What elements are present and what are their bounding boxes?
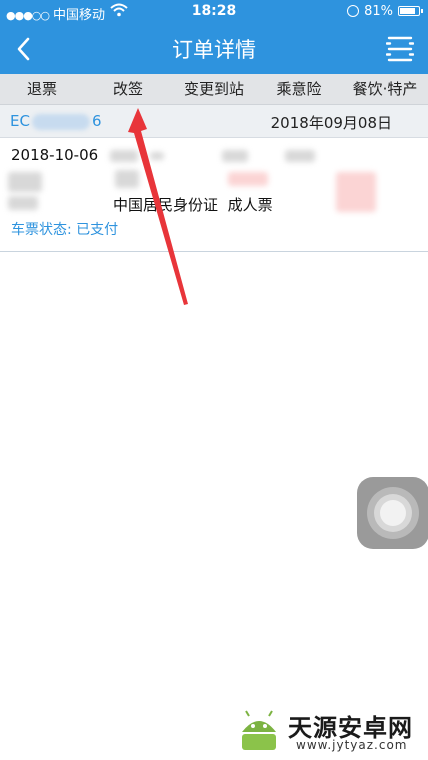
watermark-url: www.jytyaz.com [296,738,408,752]
depart-date: 2018-10-06 [11,146,99,164]
redacted-text [285,150,315,162]
redacted-text [8,196,38,210]
redacted-text [228,172,268,186]
status-bar: ●●●○○ 中国移动 18:28 81% [0,0,428,24]
ticket-status-label: 车票状态: [11,222,72,238]
redacted-text [222,150,248,162]
nav-bar: 订单详情 [0,24,428,74]
redacted-order-id [31,113,90,130]
redacted-text [8,172,42,192]
order-number-prefix: EC [10,112,30,130]
ticket-status: 车票状态: 已支付 [11,219,118,239]
id-type: 中国居民身份证 [113,196,219,214]
redacted-text [110,150,138,162]
tab-travel-insurance[interactable]: 乘意险 [256,74,342,104]
page-title: 订单详情 [172,38,256,62]
status-right: 81% [347,4,423,19]
redacted-text [115,170,139,188]
tab-change-ticket[interactable]: 改签 [84,74,172,104]
app-header: ●●●○○ 中国移动 18:28 81% 订单详情 [0,0,428,74]
menu-icon[interactable] [386,35,414,63]
battery-icon [398,6,423,16]
order-number-suffix: 6 [91,112,102,130]
ticket-status-value: 已支付 [76,222,119,238]
tab-food-specialty[interactable]: 餐饮·特产 [342,74,428,104]
watermark: 天源安卓网 www.jytyaz.com [236,708,426,758]
ticket-type: 成人票 [227,196,273,214]
android-logo-icon [242,710,276,750]
order-number[interactable]: EC 6 [10,112,102,130]
redacted-text [336,172,376,212]
ticket-card[interactable]: 2018-10-06 中国居民身份证 成人票 车票状态: 已支付 [0,138,428,252]
order-date: 2018年09月08日 [270,114,392,132]
action-tabs: 退票 改签 变更到站 乘意险 餐饮·特产 [0,74,428,105]
assistive-touch-button[interactable] [357,477,428,549]
passenger-id-info: 中国居民身份证 成人票 [113,194,273,215]
battery-percent: 81% [364,4,393,19]
redacted-text [150,152,164,160]
tab-change-destination[interactable]: 变更到站 [172,74,256,104]
order-header: EC 6 2018年09月08日 [0,105,428,138]
rotation-lock-icon [347,5,360,17]
tab-refund[interactable]: 退票 [0,74,84,104]
